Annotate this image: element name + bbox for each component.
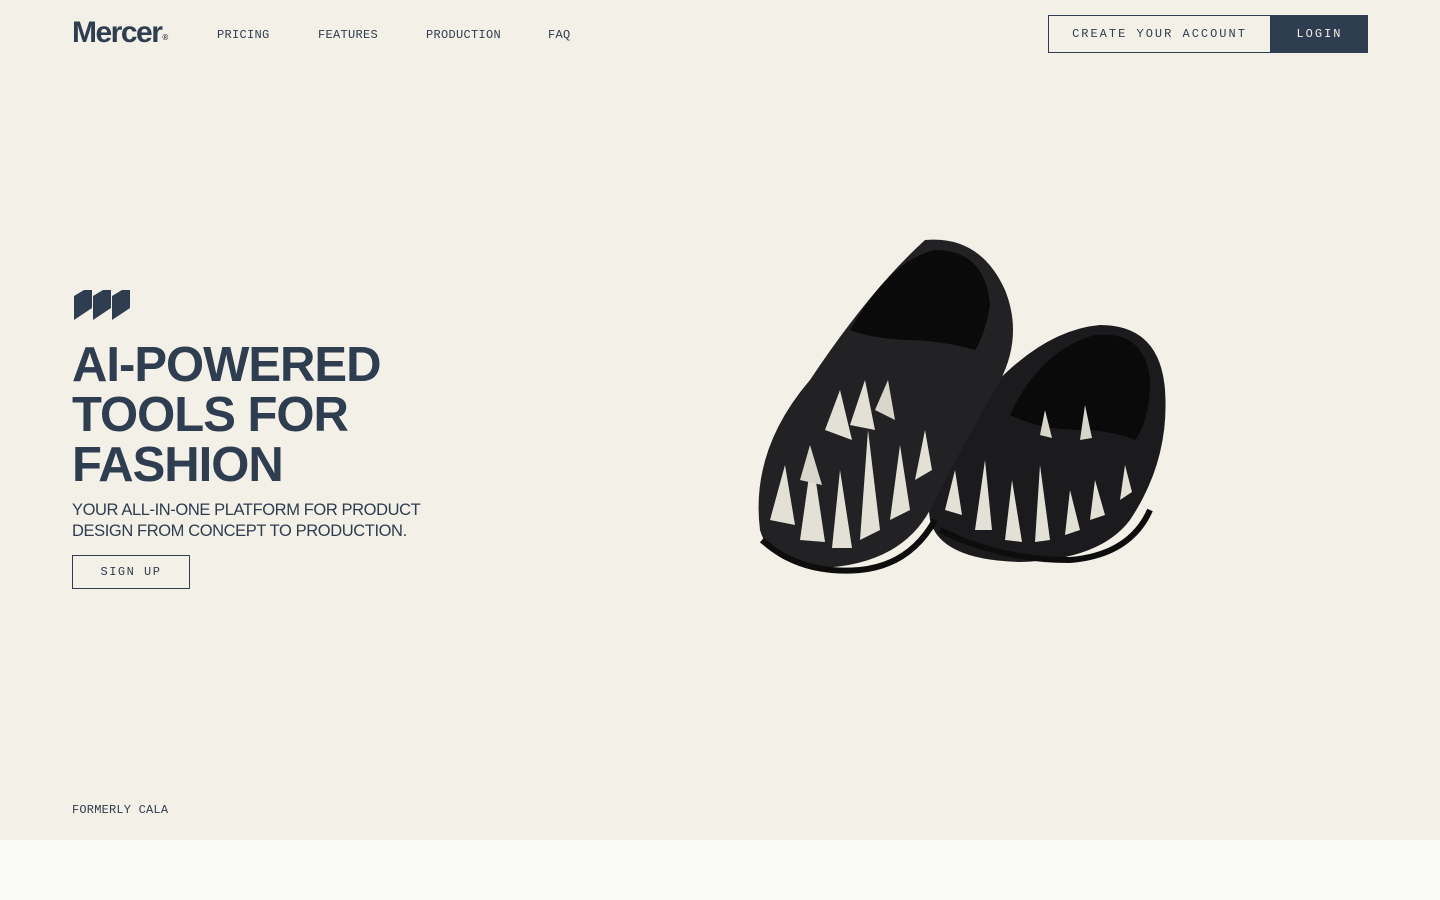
hero-title-line-3: FASHION bbox=[72, 438, 284, 492]
loafer-shoes-image bbox=[758, 239, 1166, 574]
registered-mark: ® bbox=[162, 33, 169, 42]
logo-text: Mercer bbox=[72, 16, 163, 49]
nav-faq[interactable]: FAQ bbox=[548, 28, 571, 42]
hero-title-line-2: TOOLS FOR bbox=[72, 388, 349, 442]
signup-button[interactable]: SIGN UP bbox=[72, 555, 190, 589]
hero-title-line-1: AI-POWERED bbox=[72, 338, 382, 392]
nav-features[interactable]: FEATURES bbox=[318, 28, 378, 42]
site-header: Mercer® PRICING FEATURES PRODUCTION FAQ … bbox=[0, 0, 1440, 70]
lower-section bbox=[0, 840, 1440, 900]
create-account-button[interactable]: CREATE YOUR ACCOUNT bbox=[1048, 15, 1271, 53]
hero-subtitle: YOUR ALL-IN-ONE PLATFORM FOR PRODUCT DES… bbox=[72, 501, 421, 540]
login-button[interactable]: LOGIN bbox=[1271, 15, 1368, 53]
nav-production[interactable]: PRODUCTION bbox=[426, 28, 501, 42]
hero-title: AI-POWERED TOOLS FOR FASHION bbox=[72, 340, 492, 490]
formerly-cala-note: FORMERLY CALA bbox=[72, 803, 169, 817]
brand-slash-icon bbox=[74, 290, 130, 320]
mercer-logo[interactable]: Mercer® bbox=[72, 16, 168, 50]
nav-pricing[interactable]: PRICING bbox=[217, 28, 270, 42]
